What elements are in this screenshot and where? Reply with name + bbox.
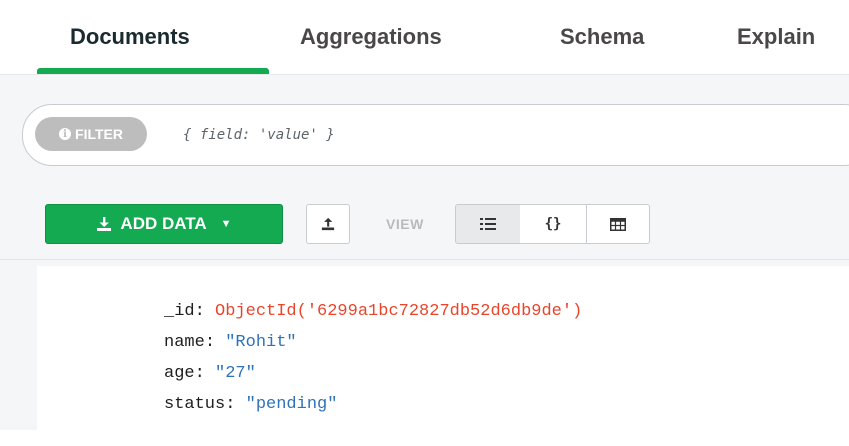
tab-documents[interactable]: Documents bbox=[70, 17, 190, 57]
document-field-name: name: "Rohit" bbox=[164, 333, 297, 352]
field-separator: : bbox=[194, 364, 216, 383]
query-bar-area: i FILTER bbox=[0, 74, 849, 189]
import-button[interactable] bbox=[306, 204, 350, 244]
upload-icon bbox=[321, 217, 335, 231]
document-field-status: status: "pending" bbox=[164, 395, 337, 414]
field-value: "pending" bbox=[245, 395, 338, 414]
tab-bar: Documents Aggregations Schema Explain bbox=[0, 0, 849, 74]
view-label: VIEW bbox=[386, 216, 424, 232]
table-view-button[interactable] bbox=[587, 204, 650, 244]
json-view-icon: {} bbox=[544, 216, 562, 232]
list-view-icon bbox=[480, 218, 496, 230]
field-key: age bbox=[164, 364, 195, 383]
field-value: ObjectId('6299a1bc72827db52d6db9de') bbox=[215, 302, 583, 321]
documents-list: _id: ObjectId('6299a1bc72827db52d6db9de'… bbox=[0, 260, 849, 446]
field-key: _id bbox=[164, 302, 195, 321]
info-icon: i bbox=[59, 128, 72, 140]
add-data-button[interactable]: ADD DATA ▼ bbox=[45, 204, 283, 244]
field-value: "Rohit" bbox=[225, 333, 297, 352]
list-view-button[interactable] bbox=[455, 204, 521, 244]
document-field-age: age: "27" bbox=[164, 364, 256, 383]
documents-toolbar: ADD DATA ▼ VIEW {} bbox=[0, 189, 849, 260]
tab-aggregations[interactable]: Aggregations bbox=[300, 17, 442, 57]
document-card[interactable]: _id: ObjectId('6299a1bc72827db52d6db9de'… bbox=[37, 266, 849, 446]
filter-label: FILTER bbox=[75, 126, 123, 142]
chevron-down-icon: ▼ bbox=[220, 218, 232, 230]
filter-bar: i FILTER bbox=[22, 104, 849, 166]
document-field-id: _id: ObjectId('6299a1bc72827db52d6db9de'… bbox=[164, 302, 582, 321]
add-data-label: ADD DATA bbox=[120, 214, 207, 233]
tab-explain[interactable]: Explain bbox=[737, 17, 815, 57]
tab-schema[interactable]: Schema bbox=[560, 17, 644, 57]
filter-input[interactable] bbox=[181, 117, 785, 153]
field-key: status bbox=[164, 395, 226, 414]
field-value: "27" bbox=[215, 364, 256, 383]
field-separator: : bbox=[225, 395, 246, 414]
field-separator: : bbox=[194, 302, 216, 321]
download-icon bbox=[97, 217, 112, 231]
field-separator: : bbox=[204, 333, 226, 352]
field-key: name bbox=[164, 333, 205, 352]
json-view-button[interactable]: {} bbox=[520, 204, 587, 244]
filter-pill[interactable]: i FILTER bbox=[35, 117, 147, 151]
table-view-icon bbox=[610, 217, 626, 231]
